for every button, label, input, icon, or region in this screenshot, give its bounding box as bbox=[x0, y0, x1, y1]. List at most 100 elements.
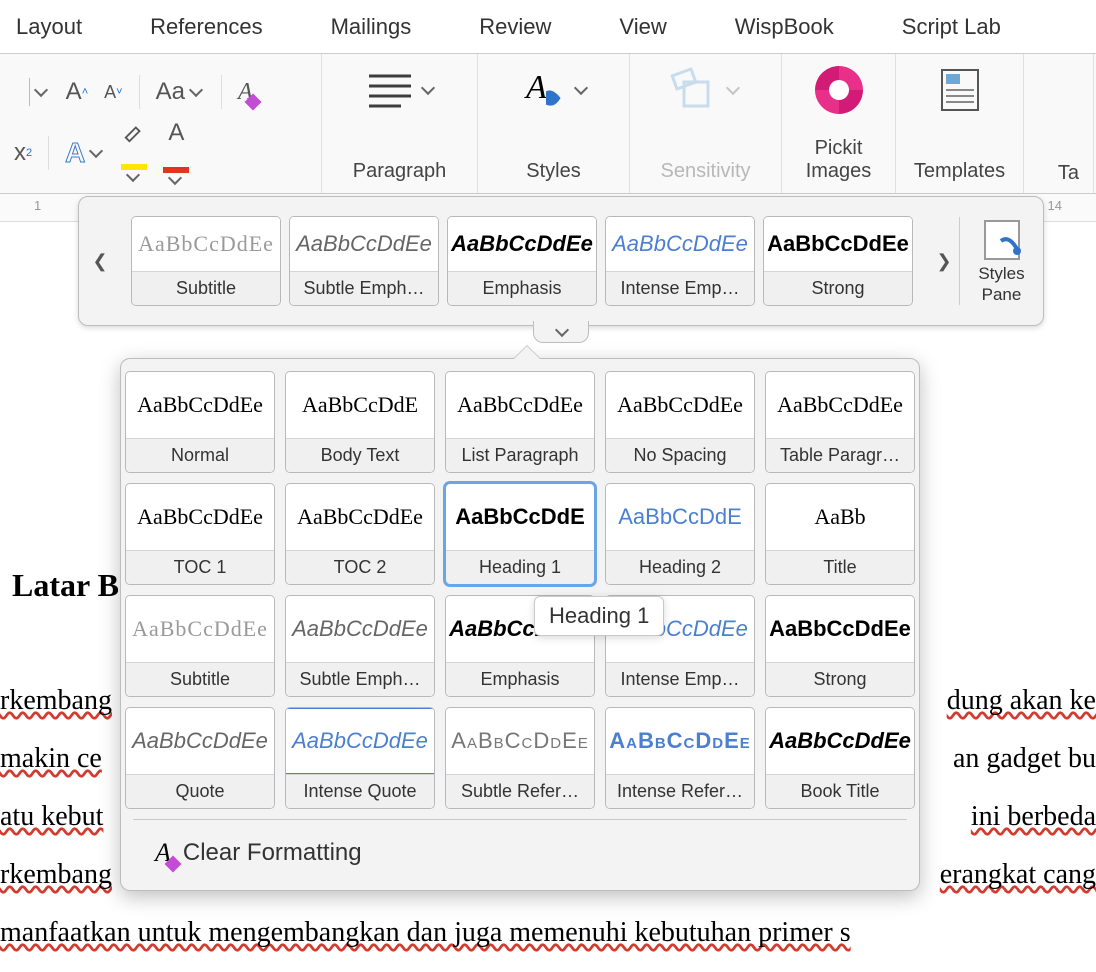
style-preview: AaBbCcDdEe bbox=[764, 217, 912, 271]
paragraph-icon[interactable] bbox=[363, 62, 437, 118]
body-line-1-left: rkembang bbox=[0, 672, 112, 731]
style-name: Body Text bbox=[286, 438, 434, 472]
style-name: Intense Emp… bbox=[606, 271, 754, 305]
strip-next-button[interactable]: ❯ bbox=[929, 251, 959, 272]
ribbon-tab-wispbook[interactable]: WispBook bbox=[725, 2, 844, 52]
font-size-dropdown[interactable] bbox=[14, 78, 50, 106]
clear-formatting-icon[interactable]: A bbox=[238, 79, 253, 106]
styles-strip: ❮ AaBbCcDdEeSubtitleAaBbCcDdEeSubtle Emp… bbox=[78, 196, 1044, 326]
gallery-card-strong[interactable]: AaBbCcDdEeStrong bbox=[765, 595, 915, 697]
gallery-card-heading-1[interactable]: AaBbCcDdEHeading 1 bbox=[445, 483, 595, 585]
style-name: Table Paragr… bbox=[766, 438, 914, 472]
body-line-5: manfaatkan untuk mengembangkan dan juga … bbox=[0, 904, 851, 963]
gallery-card-body-text[interactable]: AaBbCcDdEBody Text bbox=[285, 371, 435, 473]
templates-icon bbox=[938, 62, 982, 118]
style-preview: AaBbCcDdEe bbox=[606, 708, 754, 774]
text-effects-button[interactable]: A bbox=[65, 137, 105, 169]
style-name: Intense Refer… bbox=[606, 774, 754, 808]
style-name: List Paragraph bbox=[446, 438, 594, 472]
ribbon-groups: A˄ A˅ Aa A x2 A A P bbox=[0, 54, 1096, 194]
style-preview: AaBbCcDdEe bbox=[126, 484, 274, 550]
group-pickit[interactable]: Pickit Images bbox=[782, 54, 896, 193]
style-name: Emphasis bbox=[446, 662, 594, 696]
group-sensitivity: Sensitivity bbox=[630, 54, 782, 193]
gallery-card-normal[interactable]: AaBbCcDdEeNormal bbox=[125, 371, 275, 473]
style-name: Heading 2 bbox=[606, 550, 754, 584]
group-font: A˄ A˅ Aa A x2 A A bbox=[0, 54, 322, 193]
gallery-card-toc-2[interactable]: AaBbCcDdEeTOC 2 bbox=[285, 483, 435, 585]
gallery-card-table-paragr-[interactable]: AaBbCcDdEeTable Paragr… bbox=[765, 371, 915, 473]
highlight-button[interactable] bbox=[121, 122, 147, 184]
style-preview: AaBbCcDdEe bbox=[286, 708, 434, 774]
style-name: Normal bbox=[126, 438, 274, 472]
style-card-emphasis[interactable]: AaBbCcDdEeEmphasis bbox=[447, 216, 597, 306]
ribbon-tab-references[interactable]: References bbox=[140, 2, 273, 52]
style-card-intense-emp-[interactable]: AaBbCcDdEeIntense Emp… bbox=[605, 216, 755, 306]
style-preview: AaBbCcDdEe bbox=[286, 596, 434, 662]
gallery-card-subtitle[interactable]: AaBbCcDdEeSubtitle bbox=[125, 595, 275, 697]
group-label-styles: Styles bbox=[526, 160, 580, 183]
gallery-card-subtle-refer-[interactable]: AaBbCcDdEeSubtle Refer… bbox=[445, 707, 595, 809]
ribbon-tab-review[interactable]: Review bbox=[469, 2, 561, 52]
style-name: Intense Emp… bbox=[606, 662, 754, 696]
ruler-num-right: 14 bbox=[1048, 198, 1062, 213]
sensitivity-icon[interactable] bbox=[670, 62, 742, 118]
ribbon-tabs: Layout References Mailings Review View WispBo… bbox=[0, 0, 1096, 54]
gallery-card-toc-1[interactable]: AaBbCcDdEeTOC 1 bbox=[125, 483, 275, 585]
style-name: Strong bbox=[764, 271, 912, 305]
style-preview: AaBbCcDdEe bbox=[766, 596, 914, 662]
body-line-2-left: makin ce bbox=[0, 730, 102, 789]
ribbon-tab-script-lab[interactable]: Script Lab bbox=[892, 2, 1011, 52]
style-name: TOC 1 bbox=[126, 550, 274, 584]
style-preview: AaBbCcDdEe bbox=[446, 372, 594, 438]
gallery-card-subtle-emph-[interactable]: AaBbCcDdEeSubtle Emph… bbox=[285, 595, 435, 697]
grow-font-button[interactable]: A˄ bbox=[66, 78, 88, 106]
gallery-card-intense-refer-[interactable]: AaBbCcDdEeIntense Refer… bbox=[605, 707, 755, 809]
ribbon-tab-view[interactable]: View bbox=[609, 2, 676, 52]
style-preview: AaBbCcDdE bbox=[286, 372, 434, 438]
group-templates[interactable]: Templates bbox=[896, 54, 1024, 193]
gallery-card-intense-quote[interactable]: AaBbCcDdEeIntense Quote bbox=[285, 707, 435, 809]
ribbon-tab-mailings[interactable]: Mailings bbox=[321, 2, 422, 52]
strip-expand-button[interactable] bbox=[533, 321, 589, 343]
styles-pane-button[interactable]: Styles Pane bbox=[959, 217, 1037, 304]
change-case-button[interactable]: Aa bbox=[156, 78, 205, 106]
style-preview: AaBbCcDdEe bbox=[766, 372, 914, 438]
ribbon-tab-layout[interactable]: Layout bbox=[6, 2, 92, 52]
gallery-card-no-spacing[interactable]: AaBbCcDdEeNo Spacing bbox=[605, 371, 755, 473]
style-preview: AaBbCcDdEe bbox=[446, 708, 594, 774]
style-preview: AaBbCcDdEe bbox=[766, 708, 914, 774]
shrink-font-button[interactable]: A˅ bbox=[104, 82, 122, 103]
style-card-subtitle[interactable]: AaBbCcDdEeSubtitle bbox=[131, 216, 281, 306]
style-preview: AaBbCcDdEe bbox=[126, 372, 274, 438]
group-label-paragraph: Paragraph bbox=[353, 160, 446, 183]
style-card-subtle-emph-[interactable]: AaBbCcDdEeSubtle Emph… bbox=[289, 216, 439, 306]
styles-icon[interactable]: A bbox=[518, 62, 590, 118]
styles-pane-label-1: Styles bbox=[978, 265, 1024, 284]
gallery-card-heading-2[interactable]: AaBbCcDdEHeading 2 bbox=[605, 483, 755, 585]
style-card-strong[interactable]: AaBbCcDdEeStrong bbox=[763, 216, 913, 306]
style-preview: AaBbCcDdEe bbox=[448, 217, 596, 271]
style-name: Book Title bbox=[766, 774, 914, 808]
font-color-button[interactable]: A bbox=[163, 119, 189, 187]
tooltip-heading-1: Heading 1 bbox=[534, 596, 664, 636]
subscript-button[interactable]: x2 bbox=[14, 139, 32, 167]
clear-formatting-footer-icon: A bbox=[155, 838, 171, 868]
group-label-table-views: Ta bbox=[1058, 162, 1079, 185]
styles-pane-icon bbox=[979, 217, 1025, 263]
gallery-card-quote[interactable]: AaBbCcDdEeQuote bbox=[125, 707, 275, 809]
style-name: Subtle Refer… bbox=[446, 774, 594, 808]
clear-formatting-label: Clear Formatting bbox=[183, 839, 362, 867]
clear-formatting-item[interactable]: A Clear Formatting bbox=[133, 819, 907, 890]
strip-prev-button[interactable]: ❮ bbox=[85, 251, 115, 272]
gallery-card-title[interactable]: AaBbTitle bbox=[765, 483, 915, 585]
styles-pane-label-2: Pane bbox=[982, 286, 1022, 305]
gallery-card-book-title[interactable]: AaBbCcDdEeBook Title bbox=[765, 707, 915, 809]
gallery-card-list-paragraph[interactable]: AaBbCcDdEeList Paragraph bbox=[445, 371, 595, 473]
styles-gallery-popup: AaBbCcDdEeNormalAaBbCcDdEBody TextAaBbCc… bbox=[120, 358, 920, 891]
style-preview: AaBbCcDdEe bbox=[606, 372, 754, 438]
group-label-templates: Templates bbox=[914, 160, 1005, 183]
style-preview: AaBbCcDdEe bbox=[290, 217, 438, 271]
document-heading: Latar B bbox=[12, 552, 119, 619]
style-preview: AaBbCcDdE bbox=[446, 484, 594, 550]
